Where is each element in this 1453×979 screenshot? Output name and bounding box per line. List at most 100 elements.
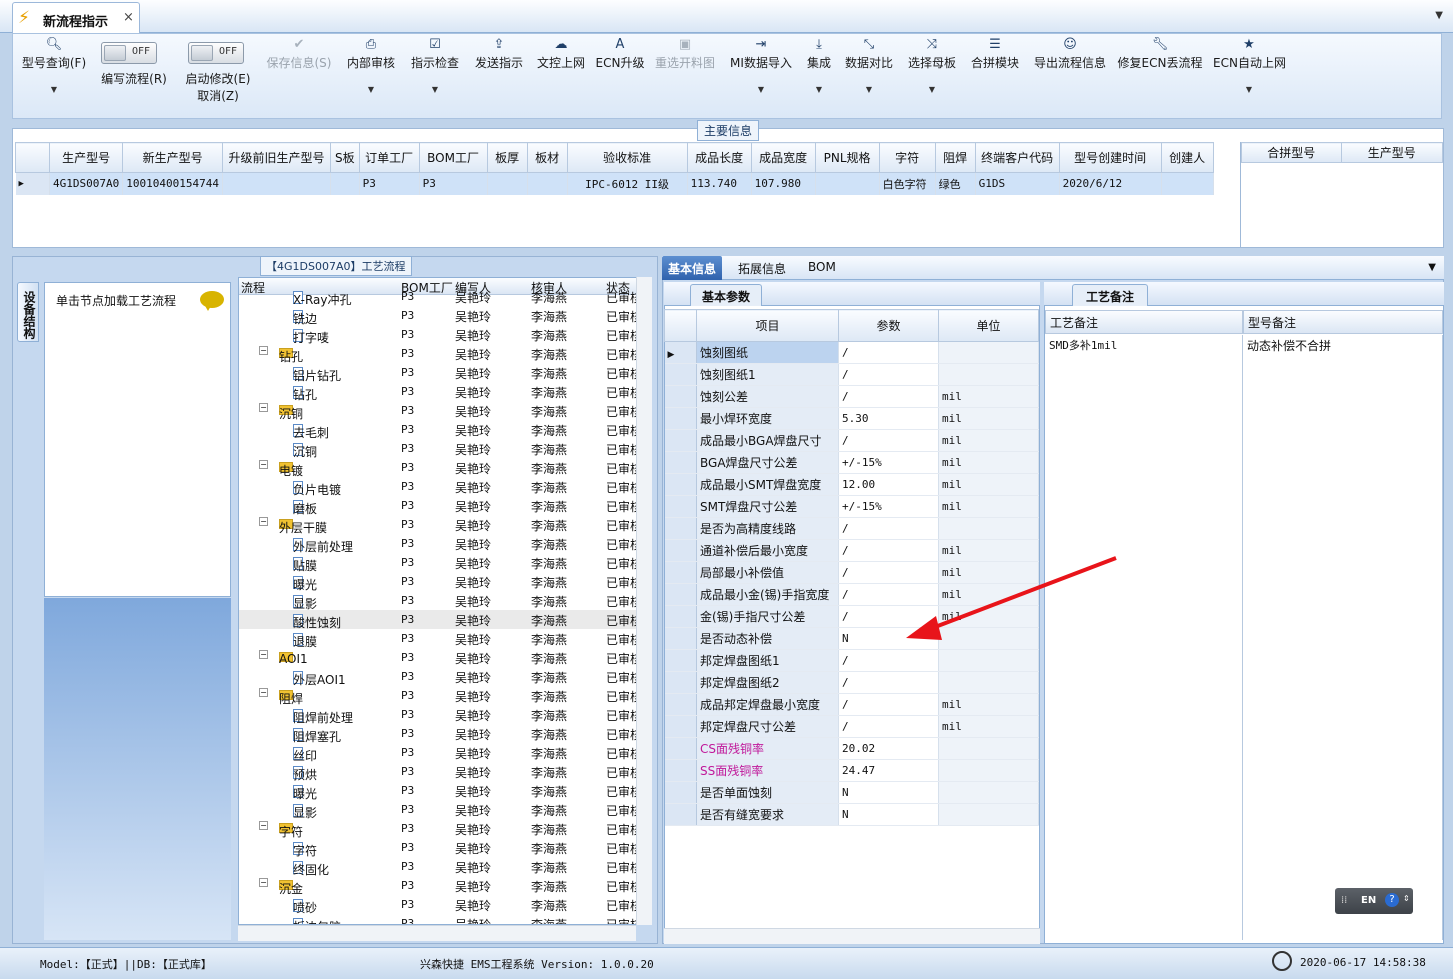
table-cell[interactable]: 113.740 <box>687 172 752 195</box>
collapse-icon[interactable]: − <box>259 821 268 830</box>
ime-menu-icon[interactable]: ⇕ <box>1403 894 1410 903</box>
tab-basic-info[interactable]: 基本信息 <box>662 256 723 280</box>
reselect-cutting-drawing-button[interactable]: ▣ 重选开料图 <box>653 34 717 118</box>
collapse-icon[interactable]: − <box>259 878 268 887</box>
tree-row[interactable]: 负片电镀 P3 吴艳玲 李海燕 已审核 <box>239 477 642 497</box>
tree-row[interactable]: − AOI1 P3 吴艳玲 李海燕 已审核 <box>239 648 642 667</box>
tree-row[interactable]: 显影 P3 吴艳玲 李海燕 已审核 <box>239 800 642 820</box>
tree-row[interactable]: 贴膜 P3 吴艳玲 李海燕 已审核 <box>239 553 642 573</box>
ecn-auto-online-button[interactable]: ★ ECN自动上网 ▼ <box>1213 34 1286 118</box>
dropdown-arrow-icon[interactable]: ▼ <box>343 85 399 94</box>
col-unit[interactable]: 单位 <box>938 309 1039 342</box>
node-hint-text[interactable]: 单击节点加载工艺流程 <box>56 292 176 309</box>
merge-module-button[interactable]: ☰ 合拼模块 <box>967 34 1023 118</box>
table-cell[interactable]: G1DS <box>975 172 1060 195</box>
col-header[interactable]: BOM工厂 <box>418 142 488 173</box>
select-motherboard-button[interactable]: ⤨ 选择母板 ▼ <box>905 34 959 118</box>
col-header[interactable]: 创建人 <box>1160 142 1214 173</box>
ime-indicator[interactable]: ⁞⁞ EN ? ⇕ <box>1335 888 1413 914</box>
table-row[interactable]: ▶ 4G1DS007A0 10010400154744 P3 P3 IPC-6012 I… <box>15 172 1214 195</box>
param-row[interactable]: SMT焊盘尺寸公差 +/-15% mil <box>664 495 1039 518</box>
tree-row[interactable]: 终固化 P3 吴艳玲 李海燕 已审核 <box>239 857 642 877</box>
export-process-info-button[interactable]: ☺ 导出流程信息 <box>1031 34 1109 118</box>
col-header[interactable]: 阻焊 <box>934 142 976 173</box>
tree-row[interactable]: − 外层干膜 P3 吴艳玲 李海燕 已审核 <box>239 515 642 535</box>
tree-row[interactable]: 去毛刺 P3 吴艳玲 李海燕 已审核 <box>239 420 642 440</box>
col-header[interactable]: 生产型号 <box>48 142 124 173</box>
model-note-field[interactable]: 动态补偿不合拼 <box>1243 335 1443 940</box>
param-value[interactable]: +/-15% <box>838 495 939 518</box>
process-tree-list[interactable]: 流程 BOM工厂 编写人 核审人 状态 X-Ray冲孔 P3 吴艳玲 李海燕 已审核 铣边… <box>238 277 652 925</box>
param-value[interactable]: 5.30 <box>838 407 939 430</box>
table-cell[interactable] <box>487 172 528 195</box>
tree-row[interactable]: − 沉金 P3 吴艳玲 李海燕 已审核 <box>239 876 642 896</box>
tree-row[interactable]: 曝光 P3 吴艳玲 李海燕 已审核 <box>239 781 642 801</box>
param-row[interactable]: 邦定焊盘图纸2/ <box>664 671 1039 694</box>
tab-bom[interactable]: BOM <box>802 259 842 275</box>
tree-row[interactable]: 外层前处理 P3 吴艳玲 李海燕 已审核 <box>239 534 642 554</box>
col-model-note[interactable]: 型号备注 <box>1243 310 1443 334</box>
param-row[interactable]: ▶ 蚀刻图纸 / <box>664 341 1039 364</box>
tree-row[interactable]: 磨板 P3 吴艳玲 李海燕 已审核 <box>239 496 642 516</box>
tree-row[interactable]: 字符 P3 吴艳玲 李海燕 已审核 <box>239 838 642 858</box>
col-item[interactable]: 项目 <box>696 309 839 342</box>
help-icon[interactable]: ? <box>1385 893 1399 907</box>
tree-row[interactable]: 铝片钻孔 P3 吴艳玲 李海燕 已审核 <box>239 363 642 383</box>
collapse-icon[interactable]: − <box>259 346 268 355</box>
tab-new-process-instruction[interactable]: ⚡ 新流程指示 × <box>12 2 140 33</box>
tree-row[interactable]: 阻焊前处理 P3 吴艳玲 李海燕 已审核 <box>239 705 642 725</box>
collapse-icon[interactable]: − <box>259 517 268 526</box>
param-value[interactable]: / <box>838 517 939 540</box>
table-cell[interactable] <box>815 172 880 195</box>
collapse-icon[interactable]: − <box>259 650 268 659</box>
col-header[interactable]: 成品长度 <box>686 142 752 173</box>
param-value[interactable]: / <box>838 363 939 386</box>
param-row[interactable]: BGA焊盘尺寸公差 +/-15% mil <box>664 451 1039 474</box>
param-row[interactable]: 是否为高精度线路 / <box>664 517 1039 540</box>
param-value[interactable]: / <box>838 649 939 672</box>
collapse-icon[interactable]: − <box>259 403 268 412</box>
tree-row[interactable]: − 钻孔 P3 吴艳玲 李海燕 已审核 <box>239 344 642 364</box>
dropdown-arrow-icon[interactable]: ▼ <box>407 85 463 94</box>
param-row[interactable]: 邦定焊盘图纸1/ <box>664 649 1039 672</box>
col-header[interactable]: 成品宽度 <box>750 142 816 173</box>
table-cell[interactable]: 白色字符 <box>879 172 936 195</box>
col-header[interactable]: 字符 <box>878 142 936 173</box>
param-value[interactable]: +/-15% <box>838 451 939 474</box>
dropdown-arrow-icon[interactable]: ▼ <box>905 85 959 94</box>
doc-control-online-button[interactable]: ☁ 文控上网 <box>533 34 589 118</box>
tree-row[interactable]: − 沉铜 P3 吴艳玲 李海燕 已审核 <box>239 401 642 421</box>
tree-row[interactable]: 外层AOI1 P3 吴艳玲 李海燕 已审核 <box>239 667 642 687</box>
param-value[interactable]: 12.00 <box>838 473 939 496</box>
tree-row[interactable]: 曝光 P3 吴艳玲 李海燕 已审核 <box>239 572 642 592</box>
tree-row[interactable]: 铣边 P3 吴艳玲 李海燕 已审核 <box>239 306 642 326</box>
tree-row[interactable]: 显影 P3 吴艳玲 李海燕 已审核 <box>239 591 642 611</box>
param-value[interactable]: / <box>838 429 939 452</box>
param-row[interactable]: 蚀刻图纸1/ <box>664 363 1039 386</box>
table-cell[interactable]: 绿色 <box>935 172 976 195</box>
col-header[interactable]: 终端客户代码 <box>974 142 1060 173</box>
close-icon[interactable]: × <box>123 10 134 25</box>
write-process-toggle[interactable]: OFF 编写流程(R) <box>93 34 175 118</box>
cancel-button[interactable]: 取消(Z) <box>179 87 257 104</box>
params-horizontal-scrollbar[interactable] <box>664 928 1040 944</box>
param-row[interactable]: CS面残铜率 20.02 <box>664 737 1039 760</box>
param-value[interactable]: 20.02 <box>838 737 939 760</box>
tree-row[interactable]: 丝印 P3 吴艳玲 李海燕 已审核 <box>239 743 642 763</box>
param-row[interactable]: SS面残铜率 24.47 <box>664 759 1039 782</box>
start-modify-switch[interactable]: OFF <box>188 42 244 64</box>
table-cell[interactable]: 10010400154744 <box>122 172 223 195</box>
param-row[interactable]: 邦定焊盘尺寸公差 / mil <box>664 715 1039 738</box>
table-cell[interactable] <box>1161 172 1214 195</box>
tree-row[interactable]: 喷砂 P3 吴艳玲 李海燕 已审核 <box>239 895 642 915</box>
tree-row[interactable]: − 电镀 P3 吴艳玲 李海燕 已审核 <box>239 458 642 478</box>
tree-horizontal-scrollbar[interactable] <box>238 925 636 941</box>
fix-ecn-lost-process-button[interactable]: 🔧︎ 修复ECN丢流程 <box>1117 34 1203 118</box>
col-header[interactable]: 板材 <box>526 142 568 173</box>
dropdown-arrow-icon[interactable]: ▼ <box>725 85 797 94</box>
param-row[interactable]: 是否有缝宽要求 N <box>664 803 1039 826</box>
col-header[interactable]: 板厚 <box>486 142 528 173</box>
param-row[interactable]: 是否单面蚀刻 N <box>664 781 1039 804</box>
tree-row[interactable]: 退膜 P3 吴艳玲 李海燕 已审核 <box>239 629 642 649</box>
tree-row[interactable]: 打字唛 P3 吴艳玲 李海燕 已审核 <box>239 325 642 345</box>
